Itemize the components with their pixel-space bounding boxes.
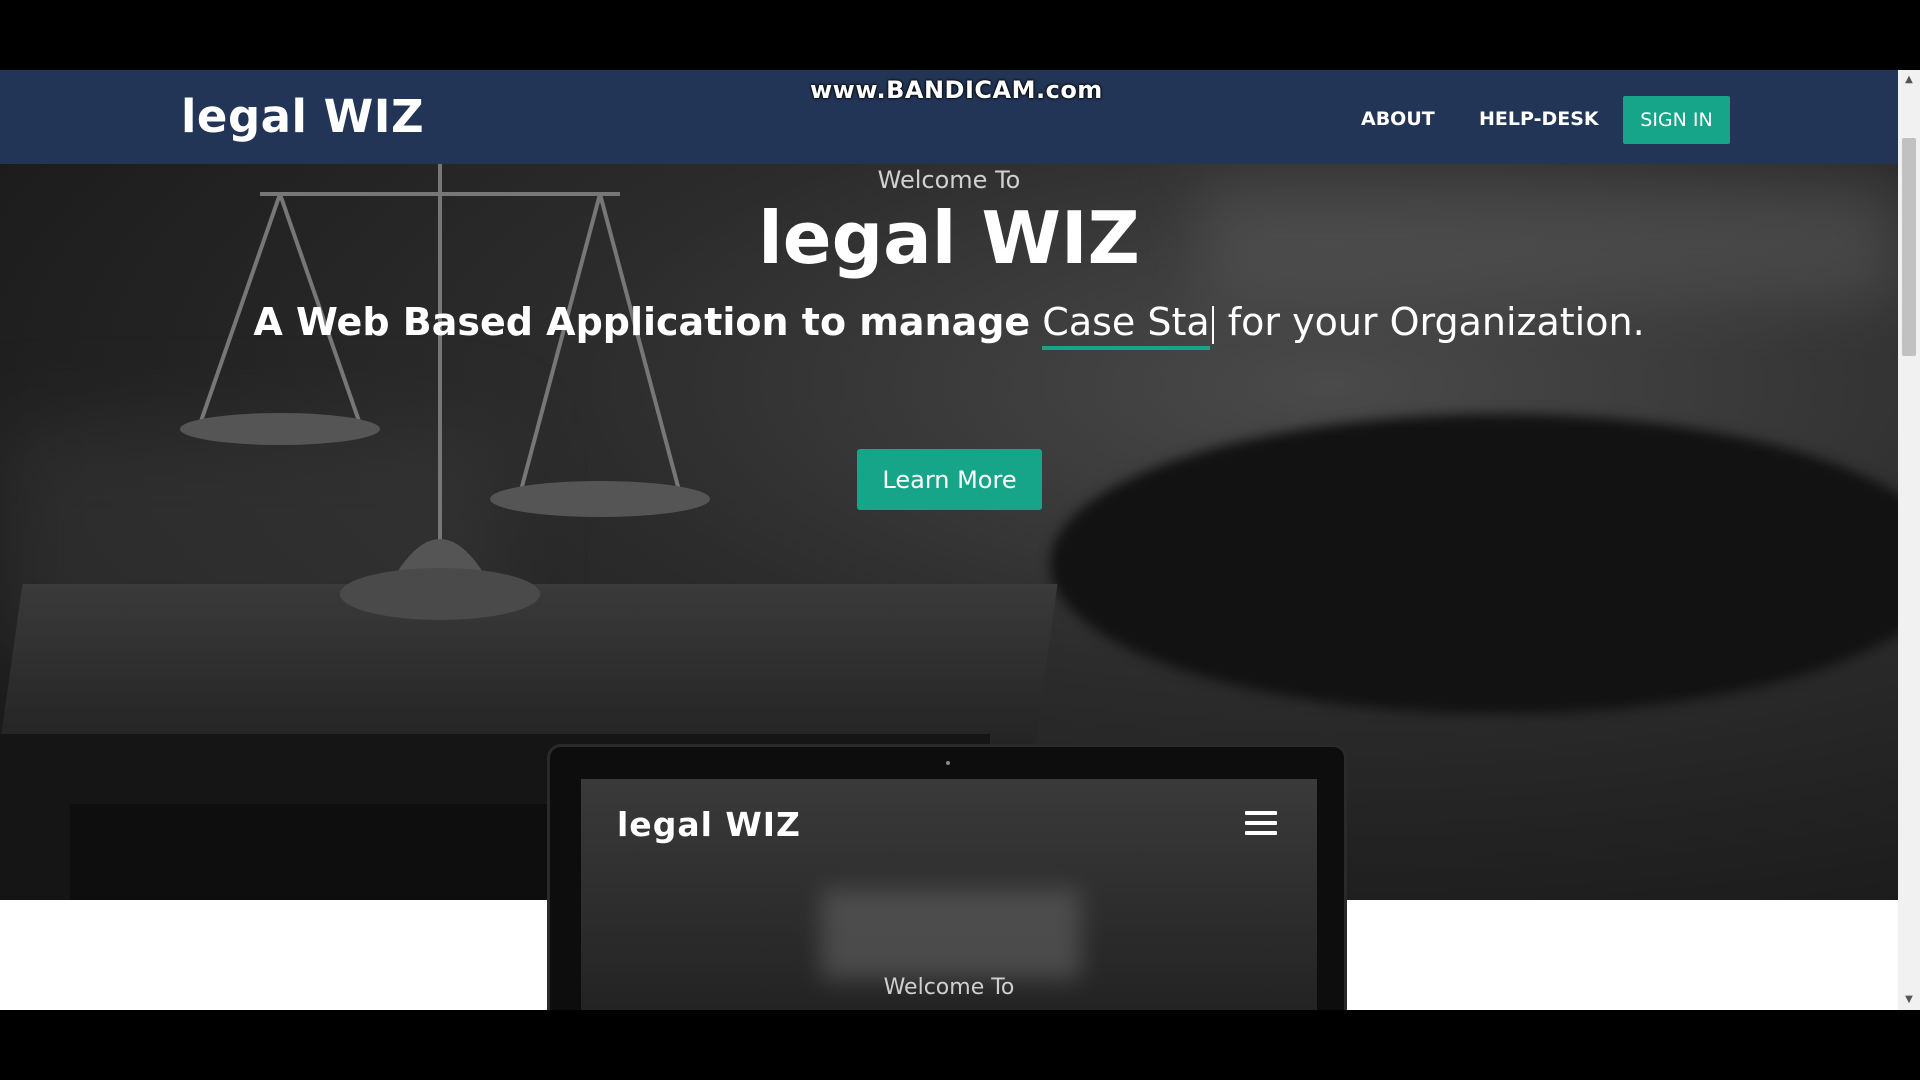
- nav-link-about[interactable]: ABOUT: [1361, 108, 1435, 130]
- browser-viewport: legal WIZ www.BANDICAM.com ABOUT HELP-DE…: [0, 70, 1898, 1010]
- mini-brand: legal WIZ: [617, 805, 801, 844]
- hero-background-table: [1050, 414, 1898, 714]
- typed-text: Case Sta: [1042, 300, 1210, 350]
- hamburger-icon: [1245, 811, 1277, 835]
- hero-welcome-text: Welcome To: [877, 166, 1021, 194]
- navbar-brand[interactable]: legal WIZ: [181, 90, 424, 143]
- nav-link-help-desk[interactable]: HELP-DESK: [1479, 108, 1599, 130]
- typing-caret: [1211, 305, 1214, 344]
- hero-tagline: A Web Based Application to manage Case S…: [0, 300, 1898, 350]
- scrollbar-thumb[interactable]: [1902, 138, 1916, 356]
- recording-watermark: www.BANDICAM.com: [810, 76, 1103, 104]
- learn-more-button[interactable]: Learn More: [857, 449, 1042, 510]
- sign-in-button[interactable]: SIGN IN: [1623, 96, 1730, 144]
- laptop-screen: legal WIZ Welcome To: [581, 779, 1317, 1010]
- mini-welcome-text: Welcome To: [883, 975, 1015, 1000]
- laptop-mockup-image: legal WIZ Welcome To: [547, 744, 1347, 1010]
- tagline-rest-text: for your Organization.: [1227, 300, 1645, 344]
- video-letterbox-top: [0, 0, 1920, 70]
- vertical-scrollbar[interactable]: ▲ ▼: [1898, 70, 1920, 1010]
- laptop-camera: [946, 761, 950, 765]
- video-letterbox-bottom: [0, 1010, 1920, 1080]
- mini-statue-image: [821, 889, 1081, 979]
- navbar: legal WIZ www.BANDICAM.com ABOUT HELP-DE…: [0, 70, 1898, 164]
- scroll-up-arrow-icon[interactable]: ▲: [1898, 70, 1920, 90]
- tagline-bold-text: A Web Based Application to manage: [253, 300, 1031, 344]
- scroll-down-arrow-icon[interactable]: ▼: [1898, 990, 1920, 1010]
- hero-title: legal WIZ: [758, 196, 1140, 280]
